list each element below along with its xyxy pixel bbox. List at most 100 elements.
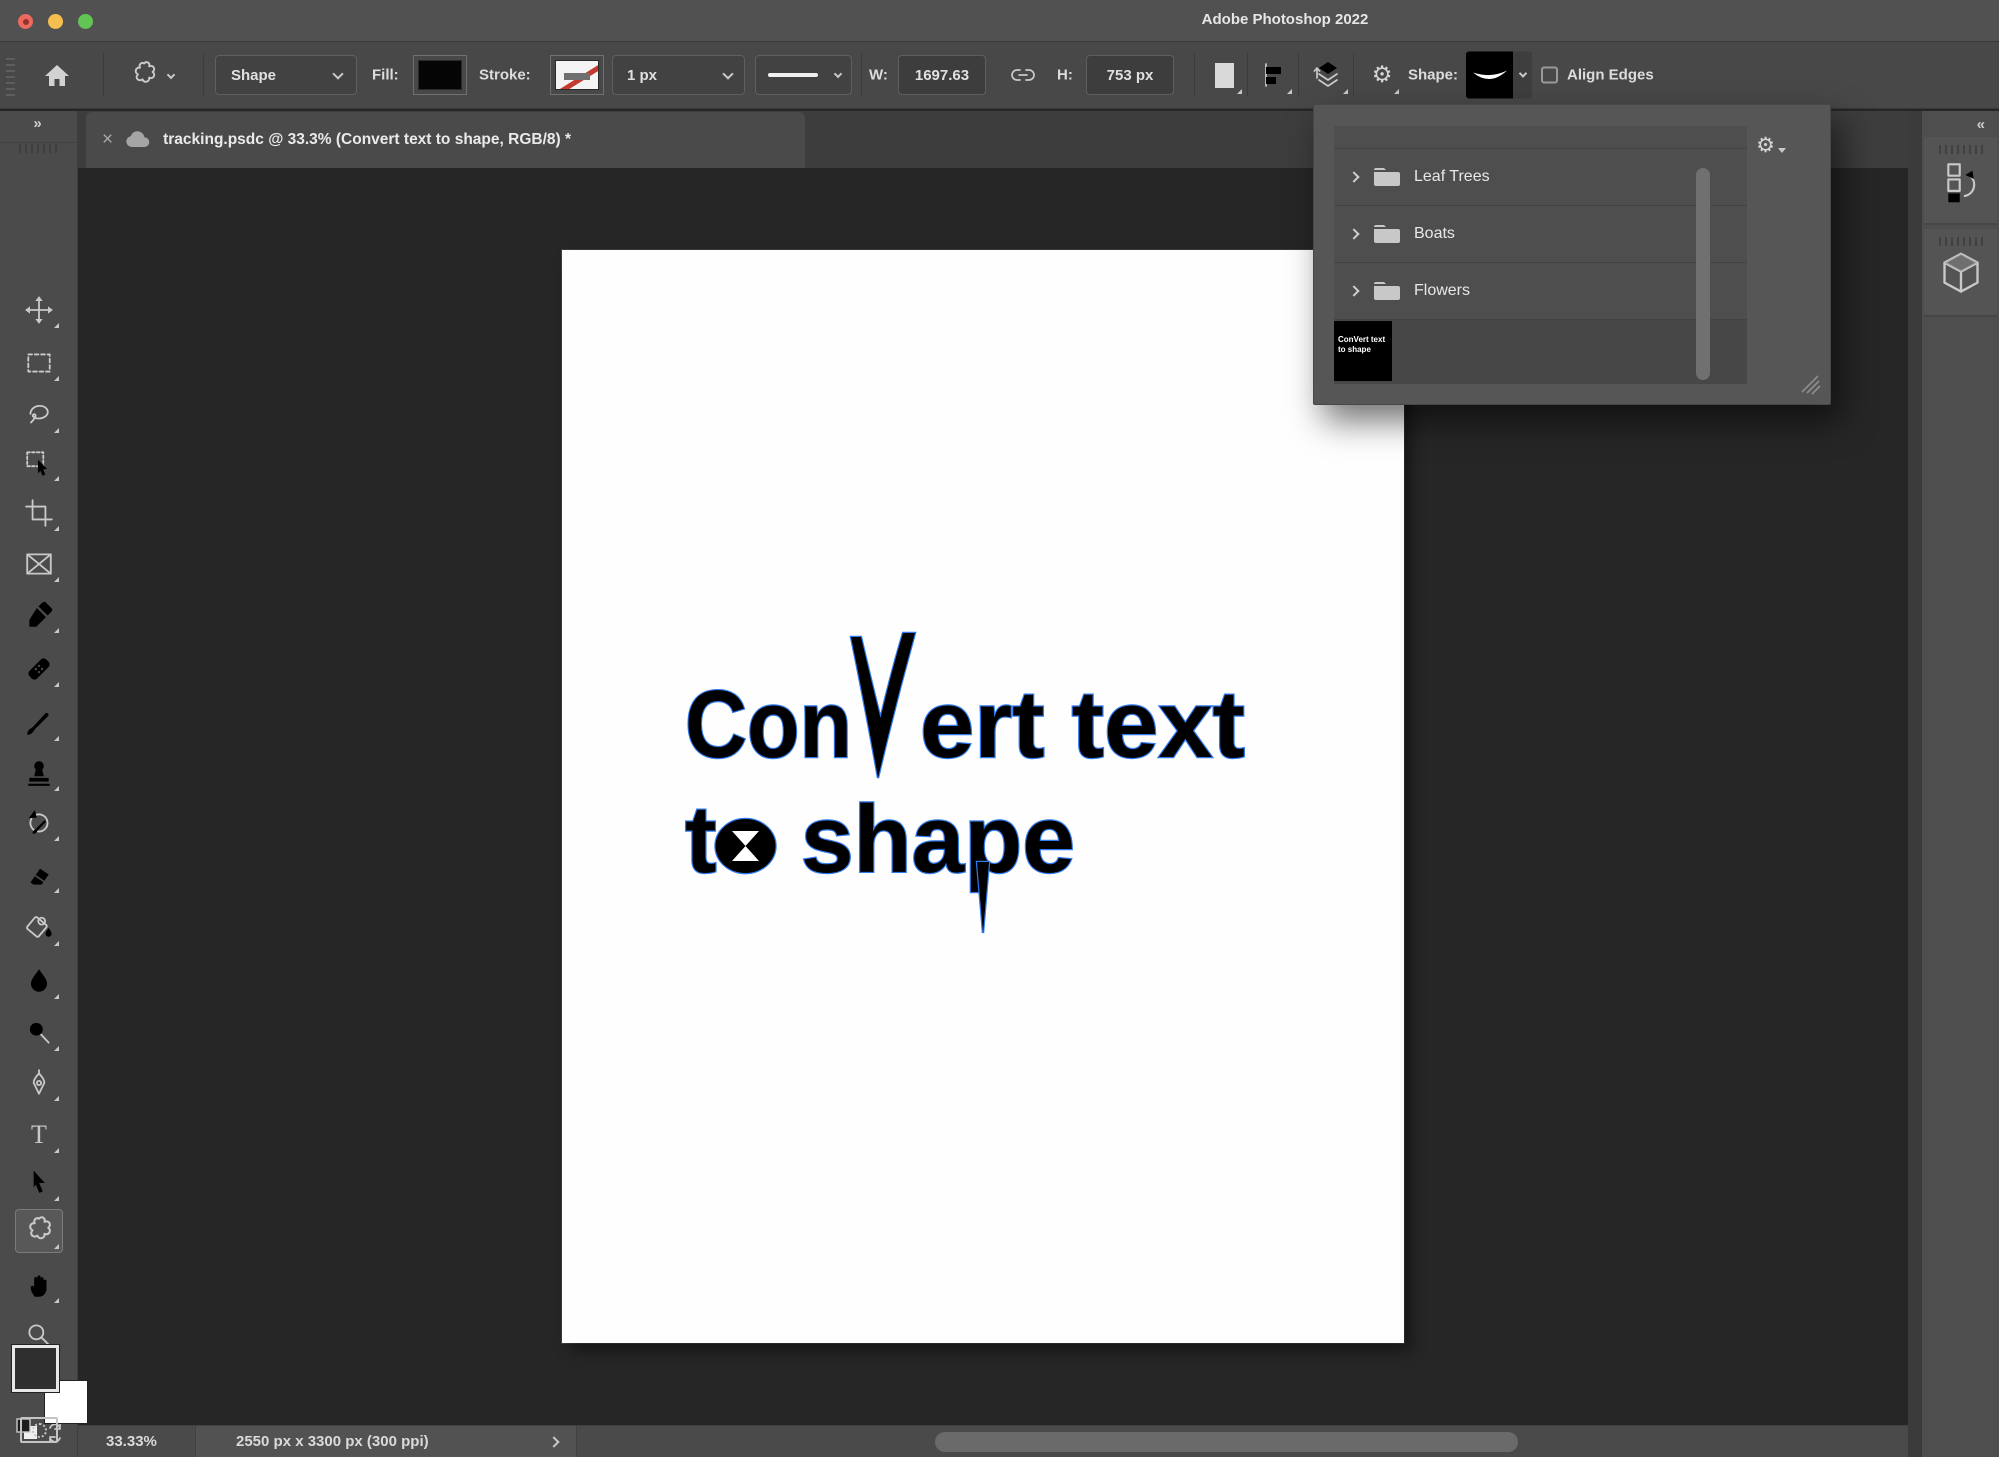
status-bar: 33.33% 2550 px x 3300 px (300 ppi) xyxy=(78,1425,1908,1457)
dock-collapse-button[interactable]: « xyxy=(1977,116,1987,133)
eyedropper-tool[interactable] xyxy=(16,594,62,636)
flyout-triangle xyxy=(54,1298,59,1303)
blur-tool[interactable] xyxy=(16,960,62,1002)
horizontal-scrollbar[interactable] xyxy=(935,1432,1518,1452)
history-brush-tool[interactable] xyxy=(16,802,62,844)
shape-list-scrollbar[interactable] xyxy=(1696,168,1710,380)
foreground-color-swatch[interactable] xyxy=(11,1344,60,1393)
solid-line-swatch xyxy=(768,73,818,77)
toolbar-expand-button[interactable]: » xyxy=(0,115,77,143)
flyout-triangle xyxy=(54,786,59,791)
shape-preview-dropdown[interactable] xyxy=(1466,51,1532,99)
height-input[interactable]: 753 px xyxy=(1086,55,1174,95)
zoom-level[interactable]: 33.33% xyxy=(106,1433,157,1450)
move-tool[interactable] xyxy=(16,289,62,331)
hand-tool[interactable] xyxy=(16,1264,62,1306)
tools-panel: » T xyxy=(0,111,78,1457)
chevron-right-icon[interactable] xyxy=(548,1435,560,1448)
align-edges-checkbox[interactable] xyxy=(1541,66,1558,84)
chevron-down-icon xyxy=(722,67,734,80)
pen-tool[interactable] xyxy=(16,1062,62,1104)
shape-folder-row[interactable]: Leaf Trees xyxy=(1334,149,1747,206)
chevron-down-icon xyxy=(332,67,344,80)
path-operations-button[interactable] xyxy=(1203,53,1245,97)
shape-folder-row[interactable]: Boats xyxy=(1334,206,1747,263)
stroke-style-combo[interactable] xyxy=(755,55,852,95)
quick-mask-icon xyxy=(31,1422,47,1438)
flyout-triangle xyxy=(54,682,59,687)
shape-settings-button[interactable]: ⚙ xyxy=(1362,53,1402,97)
folder-icon xyxy=(1374,282,1400,300)
dodge-tool[interactable] xyxy=(16,1012,62,1054)
link-dimensions-icon[interactable] xyxy=(1008,60,1038,90)
toolbar-grip[interactable] xyxy=(19,144,59,153)
close-window-button[interactable] xyxy=(18,14,33,29)
p-descender-spike[interactable] xyxy=(975,860,991,934)
right-panel-dock: « xyxy=(1922,111,1999,1457)
crop-tool[interactable] xyxy=(16,492,62,534)
document-tab[interactable]: × tracking.psdc @ 33.3% (Convert text to… xyxy=(86,112,805,168)
version-history-panel-button[interactable] xyxy=(1924,137,1997,225)
shape-picker-settings-button[interactable]: ⚙ xyxy=(1756,135,1786,156)
convert-text-shape-layer[interactable]: Con ert text to shape xyxy=(562,250,1404,1343)
custom-shape-tool[interactable] xyxy=(15,1209,63,1253)
quick-mask-button[interactable] xyxy=(20,1417,58,1443)
stroke-width-combo[interactable]: 1 px xyxy=(612,55,745,95)
path-alignment-button[interactable] xyxy=(1253,53,1295,97)
shape-picker-popup: Leaf Trees Boats Flowers ConVert text to… xyxy=(1313,104,1831,405)
clone-stamp-tool[interactable] xyxy=(16,752,62,794)
shape-folder-label: Flowers xyxy=(1414,282,1471,299)
frame-tool[interactable] xyxy=(16,543,62,585)
tool-mode-select[interactable]: Shape xyxy=(215,55,357,95)
chevron-down-icon xyxy=(833,69,843,79)
document-info[interactable]: 2550 px x 3300 px (300 ppi) xyxy=(195,1425,577,1457)
stroke-swatch[interactable] xyxy=(550,55,604,95)
flyout-triangle xyxy=(1343,89,1348,94)
chevron-right-icon xyxy=(1348,285,1360,297)
canvas-text-line1-pre[interactable]: Con xyxy=(684,670,853,779)
chevron-down-icon xyxy=(166,70,175,80)
selected-shape-thumbnail[interactable]: ConVert text to shape xyxy=(1334,321,1392,381)
vertical-scrollbar-gutter[interactable] xyxy=(1908,111,1922,1457)
zoom-window-button[interactable] xyxy=(78,14,93,29)
photoshop-window: Adobe Photoshop 2022 Shape Fill: Stroke: xyxy=(0,0,1999,1457)
document-dimensions: 2550 px x 3300 px (300 ppi) xyxy=(236,1433,429,1450)
flyout-triangle xyxy=(54,376,59,381)
resize-grip-icon[interactable] xyxy=(1798,372,1822,396)
fill-label: Fill: xyxy=(372,66,399,84)
home-button[interactable] xyxy=(36,53,78,97)
fill-swatch[interactable] xyxy=(413,55,467,95)
path-operations-icon xyxy=(1214,62,1234,88)
brush-tool[interactable] xyxy=(16,702,62,744)
options-bar-grip[interactable] xyxy=(6,54,15,96)
spot-healing-brush-tool[interactable] xyxy=(16,648,62,690)
path-selection-tool[interactable] xyxy=(16,1162,62,1204)
shape-folder-row[interactable]: Flowers xyxy=(1334,263,1747,320)
lasso-tool[interactable] xyxy=(16,394,62,436)
3d-cube-panel-icon xyxy=(1942,252,1979,293)
fill-color-black xyxy=(418,60,462,90)
tab-title: tracking.psdc @ 33.3% (Convert text to s… xyxy=(163,131,571,148)
path-arrangement-button[interactable] xyxy=(1305,53,1351,97)
3d-panel-button[interactable] xyxy=(1924,229,1997,317)
eraser-tool[interactable] xyxy=(16,854,62,896)
document-page[interactable]: Con ert text to shape xyxy=(562,250,1404,1343)
divider xyxy=(103,53,104,97)
tab-close-button[interactable]: × xyxy=(102,129,113,151)
folder-icon xyxy=(1374,168,1400,186)
width-input[interactable]: 1697.63 xyxy=(898,55,986,95)
tool-mode-value: Shape xyxy=(231,66,277,84)
minimize-window-button[interactable] xyxy=(48,14,63,29)
rectangular-marquee-tool[interactable] xyxy=(16,342,62,384)
shape-tool-preset-button[interactable] xyxy=(112,53,190,97)
shape-picker-label: Shape: xyxy=(1408,66,1459,84)
home-icon xyxy=(45,65,69,86)
folder-icon xyxy=(1374,225,1400,243)
flyout-triangle xyxy=(54,1196,59,1201)
object-selection-tool[interactable] xyxy=(16,442,62,484)
path-alignment-icon xyxy=(1265,63,1281,87)
canvas-text-line1-post[interactable]: ert text xyxy=(919,670,1246,779)
custom-v-glyph[interactable] xyxy=(849,631,917,779)
type-tool[interactable]: T xyxy=(16,1114,62,1156)
paint-bucket-tool[interactable] xyxy=(16,907,62,949)
